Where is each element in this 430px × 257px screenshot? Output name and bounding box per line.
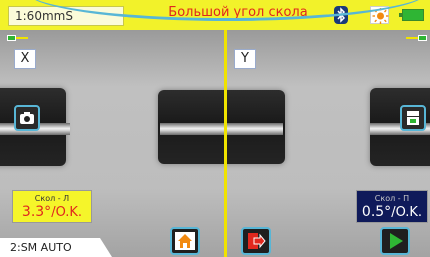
view-y-label: Y bbox=[234, 49, 256, 69]
battery-icon bbox=[399, 9, 424, 21]
left-indicator-line bbox=[16, 37, 28, 39]
cleave-angle-right: Скол - П 0.5°/O.K. bbox=[356, 190, 428, 223]
view-x-label: X bbox=[14, 49, 36, 69]
left-fiber-end bbox=[160, 123, 224, 135]
cleave-left-value: 3.3° bbox=[21, 204, 52, 220]
cleave-left-label: Скол - Л bbox=[34, 194, 70, 203]
home-icon bbox=[175, 232, 195, 250]
cleave-angle-left: Скол - Л 3.3°/O.K. bbox=[12, 190, 92, 223]
camera-view-y: Y Скол - П 0.5°/O.K. bbox=[227, 30, 430, 257]
right-fiber-end bbox=[227, 123, 283, 135]
play-icon bbox=[390, 233, 403, 249]
camera-view-x: X Скол - Л 3.3°/O.K. bbox=[0, 30, 224, 257]
right-indicator-icon bbox=[418, 35, 427, 41]
camera-icon[interactable] bbox=[14, 105, 40, 131]
left-indicator-icon bbox=[7, 35, 16, 41]
start-button[interactable] bbox=[380, 227, 410, 255]
right-indicator-line bbox=[406, 37, 418, 39]
cleave-right-value: 0.5° bbox=[361, 204, 392, 220]
splicer-screen: 1:60mmS Большой угол скола X Скол - Л 3.… bbox=[0, 0, 430, 257]
cleave-right-status: /O.K. bbox=[391, 205, 423, 220]
stats-icon[interactable] bbox=[400, 105, 426, 131]
program-indicator[interactable]: 2:SM AUTO bbox=[0, 238, 112, 257]
home-button[interactable] bbox=[170, 227, 200, 255]
cleave-left-status: /O.K. bbox=[51, 205, 83, 220]
exit-icon bbox=[248, 233, 266, 249]
cleave-right-label: Скол - П bbox=[374, 194, 410, 203]
exit-button[interactable] bbox=[241, 227, 271, 255]
